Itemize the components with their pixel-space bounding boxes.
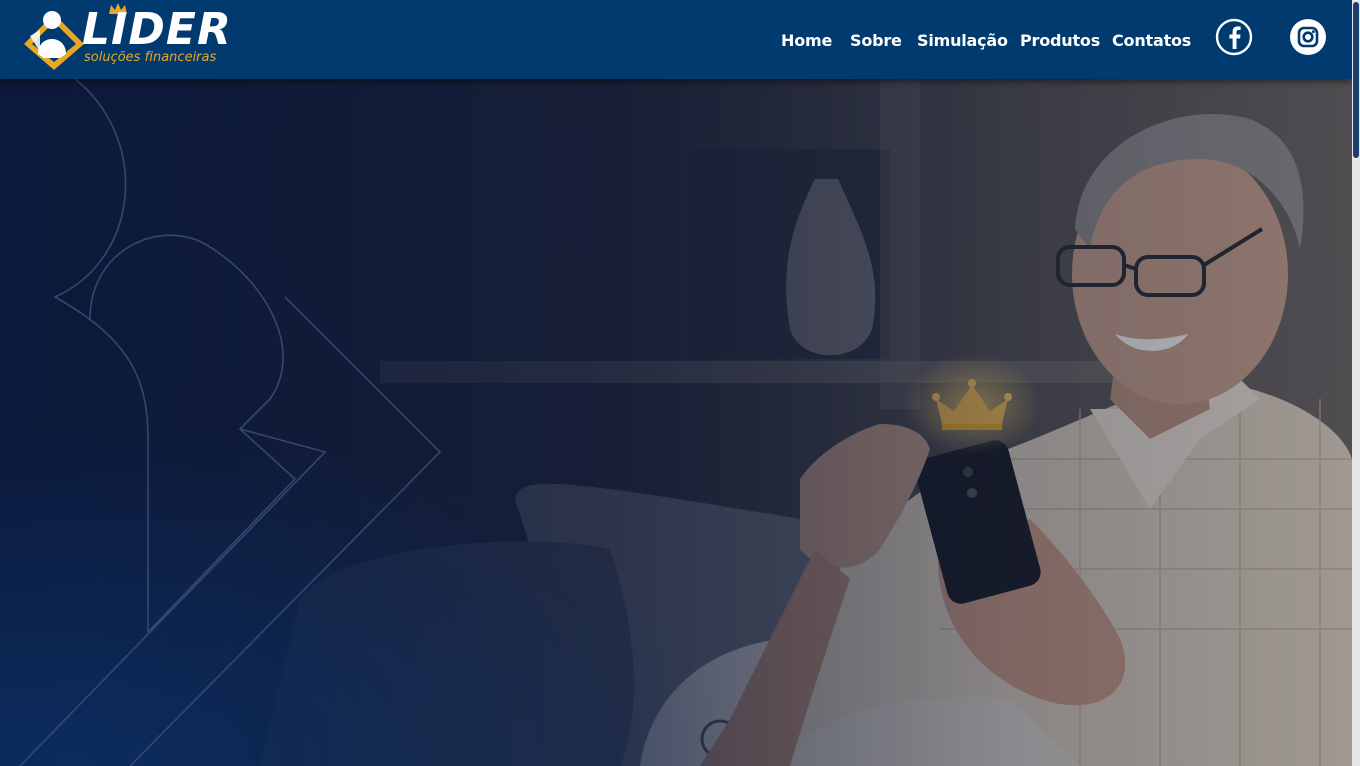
nav-item-simulacao[interactable]: Simulação: [917, 31, 1008, 50]
facebook-icon: [1215, 18, 1253, 56]
nav-item-produtos[interactable]: Produtos: [1020, 31, 1100, 50]
hero-image: [0, 79, 1352, 766]
nav-item-contatos[interactable]: Contatos: [1112, 31, 1191, 50]
nav-item-sobre[interactable]: Sobre: [850, 31, 902, 50]
page-scrollbar[interactable]: [1352, 0, 1360, 766]
brand-tagline: soluções financeiras: [84, 50, 217, 65]
scrollbar-thumb[interactable]: [1353, 2, 1359, 158]
instagram-icon: [1290, 19, 1326, 55]
hero-banner: [0, 79, 1352, 766]
instagram-link[interactable]: [1289, 18, 1327, 56]
brand-name: LIDER: [82, 4, 232, 55]
brand-logo[interactable]: LIDER soluções financeiras: [20, 2, 232, 72]
facebook-link[interactable]: [1215, 18, 1253, 56]
nav-item-home[interactable]: Home: [781, 31, 832, 50]
site-header: LIDER soluções financeiras Home Sobre Si…: [0, 0, 1352, 79]
logo-emblem-icon: [24, 11, 84, 70]
